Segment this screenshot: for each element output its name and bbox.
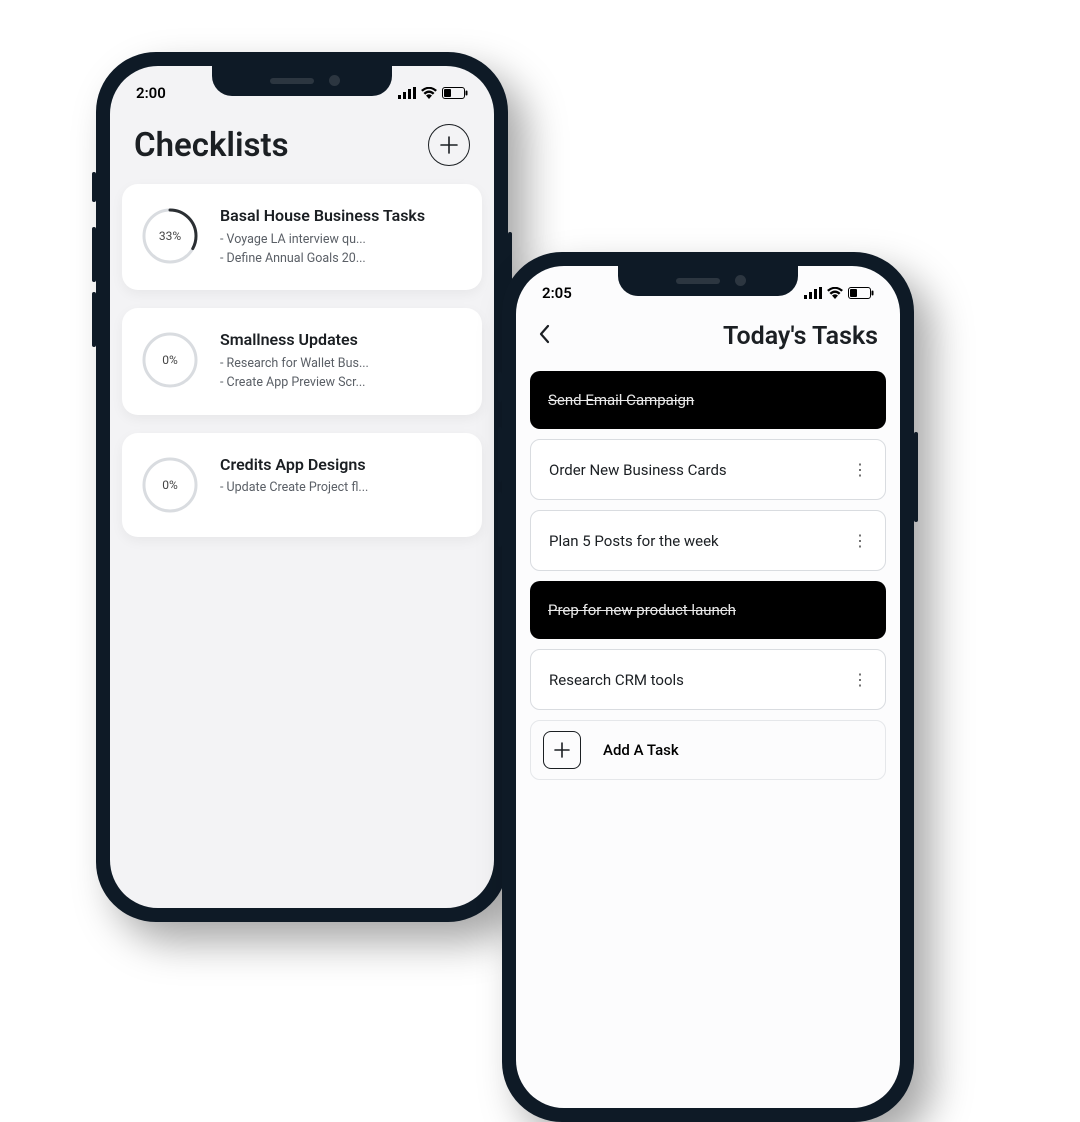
checklist-cards: 33% Basal House Business Tasks - Voyage … — [110, 184, 494, 537]
add-task-row[interactable]: Add A Task — [530, 720, 886, 780]
task-label: Send Email Campaign — [548, 391, 694, 409]
checklist-title: Basal House Business Tasks — [220, 206, 464, 227]
signal-icon — [398, 87, 416, 99]
task-item[interactable]: Order New Business Cards ⋮ — [530, 439, 886, 500]
status-time: 2:05 — [542, 284, 572, 302]
task-label: Plan 5 Posts for the week — [549, 532, 719, 550]
task-menu-button[interactable]: ⋮ — [852, 460, 867, 479]
task-label: Prep for new product launch — [548, 601, 736, 619]
task-menu-button[interactable]: ⋮ — [852, 531, 867, 550]
phone-tasks: 2:05 Today's Tasks Send Email Campaign O… — [502, 252, 914, 1122]
wifi-icon — [827, 287, 843, 299]
notch — [212, 66, 392, 96]
task-label: Research CRM tools — [549, 671, 684, 689]
status-time: 2:00 — [136, 84, 166, 102]
status-icons — [398, 87, 468, 99]
add-checklist-button[interactable] — [428, 124, 470, 166]
progress-percent: 33% — [140, 206, 200, 266]
checklist-preview: - Research for Wallet Bus... — [220, 355, 464, 374]
status-icons — [804, 287, 874, 299]
checklist-title: Smallness Updates — [220, 330, 464, 351]
progress-ring: 0% — [140, 330, 200, 390]
notch — [618, 266, 798, 296]
page-title: Today's Tasks — [560, 322, 878, 351]
wifi-icon — [421, 87, 437, 99]
plus-icon — [554, 742, 570, 758]
chevron-left-icon — [538, 324, 550, 344]
checklist-card[interactable]: 0% Smallness Updates - Research for Wall… — [122, 308, 482, 414]
checklist-title: Credits App Designs — [220, 455, 464, 476]
add-task-button[interactable] — [543, 731, 581, 769]
task-menu-button[interactable]: ⋮ — [852, 670, 867, 689]
checklist-preview: - Voyage LA interview qu... — [220, 231, 464, 250]
task-item[interactable]: Research CRM tools ⋮ — [530, 649, 886, 710]
battery-icon — [442, 87, 468, 99]
progress-ring: 33% — [140, 206, 200, 266]
checklist-preview: - Define Annual Goals 20... — [220, 250, 464, 269]
back-button[interactable] — [538, 324, 560, 350]
signal-icon — [804, 287, 822, 299]
plus-icon — [440, 136, 458, 154]
progress-ring: 0% — [140, 455, 200, 515]
battery-icon — [848, 287, 874, 299]
checklist-card[interactable]: 0% Credits App Designs - Update Create P… — [122, 433, 482, 537]
add-task-label: Add A Task — [603, 741, 679, 759]
progress-percent: 0% — [140, 455, 200, 515]
checklists-header: Checklists — [110, 110, 494, 184]
task-list: Send Email Campaign Order New Business C… — [516, 365, 900, 786]
checklist-preview: - Update Create Project fl... — [220, 479, 464, 498]
checklist-card[interactable]: 33% Basal House Business Tasks - Voyage … — [122, 184, 482, 290]
checklist-preview: - Create App Preview Scr... — [220, 374, 464, 393]
task-label: Order New Business Cards — [549, 461, 727, 479]
page-title: Checklists — [134, 126, 289, 165]
tasks-header: Today's Tasks — [516, 310, 900, 365]
phone-checklists: 2:00 Checklists 33% — [96, 52, 508, 922]
task-item[interactable]: Plan 5 Posts for the week ⋮ — [530, 510, 886, 571]
task-item[interactable]: Prep for new product launch — [530, 581, 886, 639]
task-item[interactable]: Send Email Campaign — [530, 371, 886, 429]
progress-percent: 0% — [140, 330, 200, 390]
